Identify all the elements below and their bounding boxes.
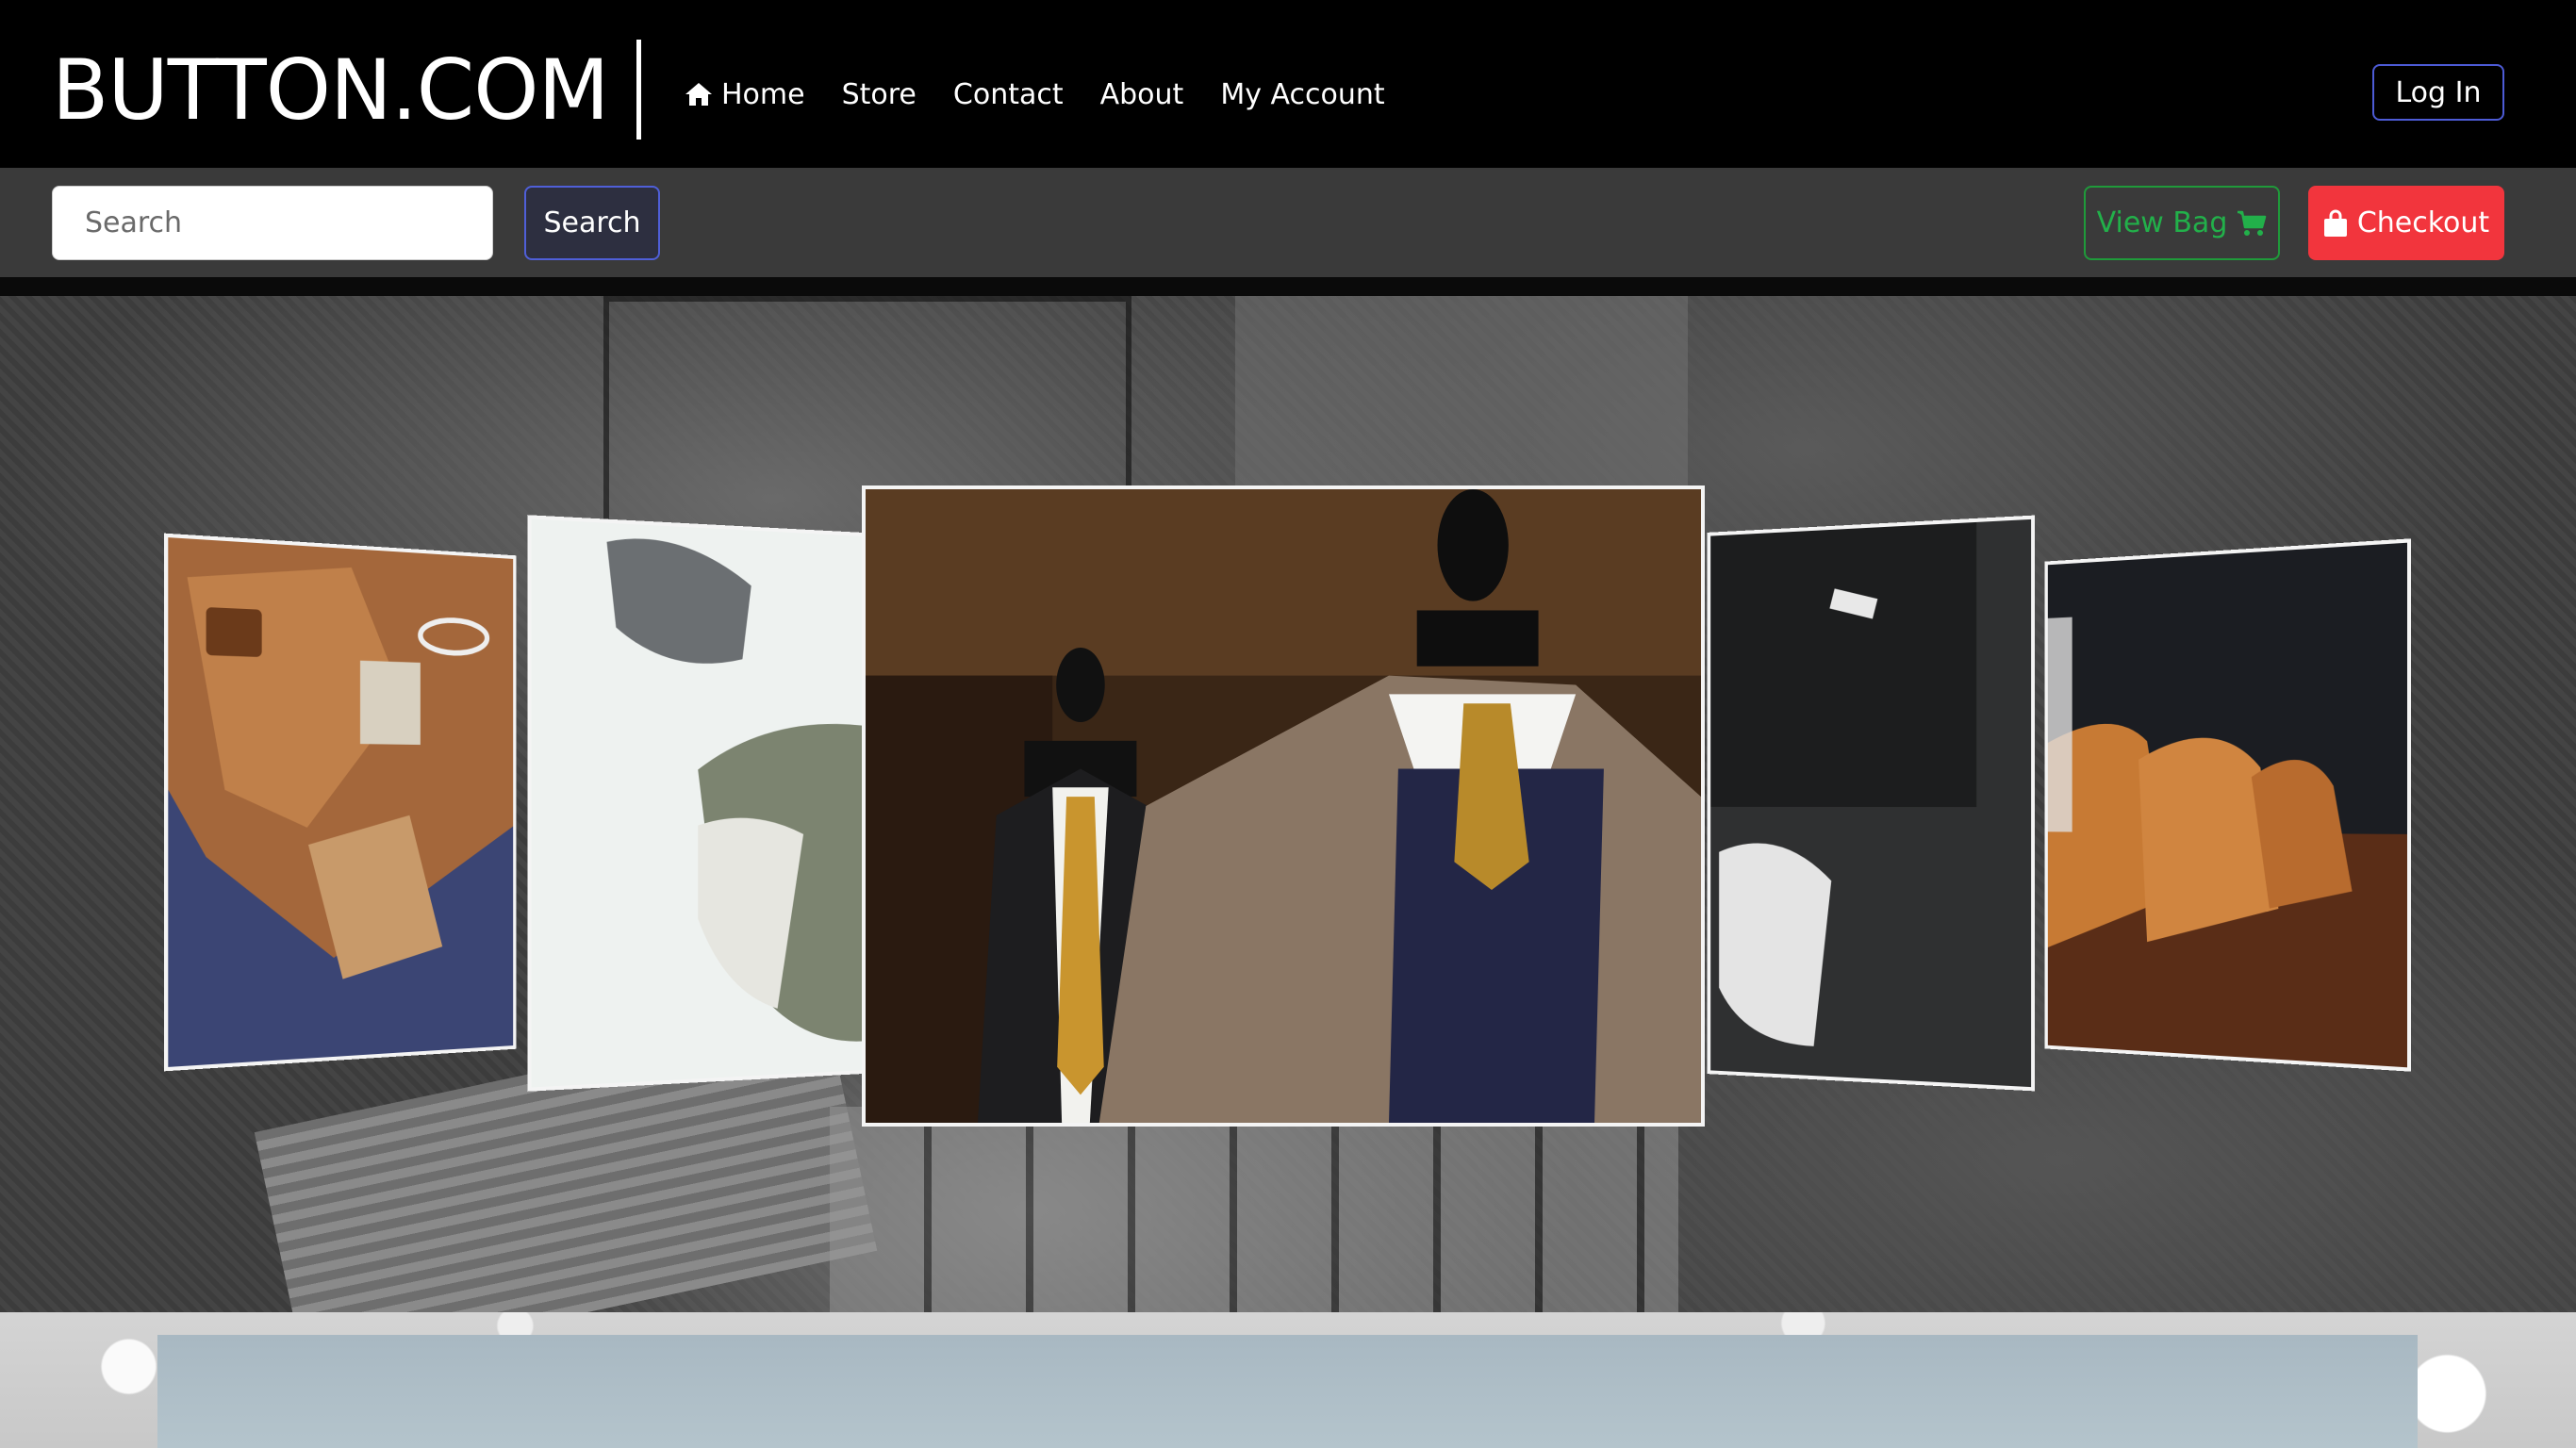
brown-shoes-image: [2047, 542, 2407, 1068]
top-navbar: BUTTON.COM Home Store Contact About My A…: [0, 0, 2576, 168]
content-panel: [157, 1335, 2418, 1448]
view-bag-label: View Bag: [2096, 206, 2228, 239]
background-shirt-pattern-bottom: [830, 1107, 1678, 1312]
leather-bag-image: [168, 537, 514, 1067]
search-input[interactable]: [52, 186, 493, 260]
nav-item-my-account[interactable]: My Account: [1220, 78, 1384, 111]
mannequins-image: [866, 489, 1701, 1123]
search-toolbar: Search View Bag Checkout: [0, 168, 2576, 277]
nav-item-label: About: [1099, 77, 1184, 111]
shopping-bag-icon: [2323, 209, 2347, 237]
black-shirt-image: [1710, 518, 2032, 1088]
checkout-label: Checkout: [2356, 206, 2490, 239]
nav-item-label: Store: [841, 77, 916, 111]
carousel-slide-brown-shoes[interactable]: [2044, 538, 2412, 1072]
nav-item-store[interactable]: Store: [842, 78, 916, 111]
nav-item-contact[interactable]: Contact: [953, 78, 1064, 111]
search-button[interactable]: Search: [524, 186, 660, 260]
main-nav: Home Store Contact About My Account: [684, 66, 1385, 123]
brand-logo[interactable]: BUTTON.COM: [52, 40, 642, 140]
carousel-slide-black-shirt[interactable]: [1707, 515, 2036, 1092]
view-bag-button[interactable]: View Bag: [2084, 186, 2280, 260]
carousel-slide-sneaker[interactable]: [527, 515, 867, 1092]
nav-item-label: My Account: [1220, 77, 1385, 111]
cart-icon: [2237, 210, 2267, 236]
checkout-button[interactable]: Checkout: [2308, 186, 2504, 260]
nav-item-home[interactable]: Home: [684, 78, 805, 111]
login-button[interactable]: Log In: [2372, 64, 2504, 121]
nav-item-label: Home: [721, 77, 805, 111]
carousel-slide-leather-bag[interactable]: [164, 533, 517, 1072]
nav-item-label: Contact: [952, 77, 1064, 111]
sneaker-image: [531, 518, 864, 1088]
home-icon: [685, 83, 712, 106]
hero-divider: [0, 277, 2576, 296]
nav-item-about[interactable]: About: [1100, 78, 1184, 111]
hero-carousel: [0, 296, 2576, 1312]
background-jeans: [1235, 296, 1688, 513]
carousel-slide-mannequins[interactable]: [862, 485, 1705, 1127]
